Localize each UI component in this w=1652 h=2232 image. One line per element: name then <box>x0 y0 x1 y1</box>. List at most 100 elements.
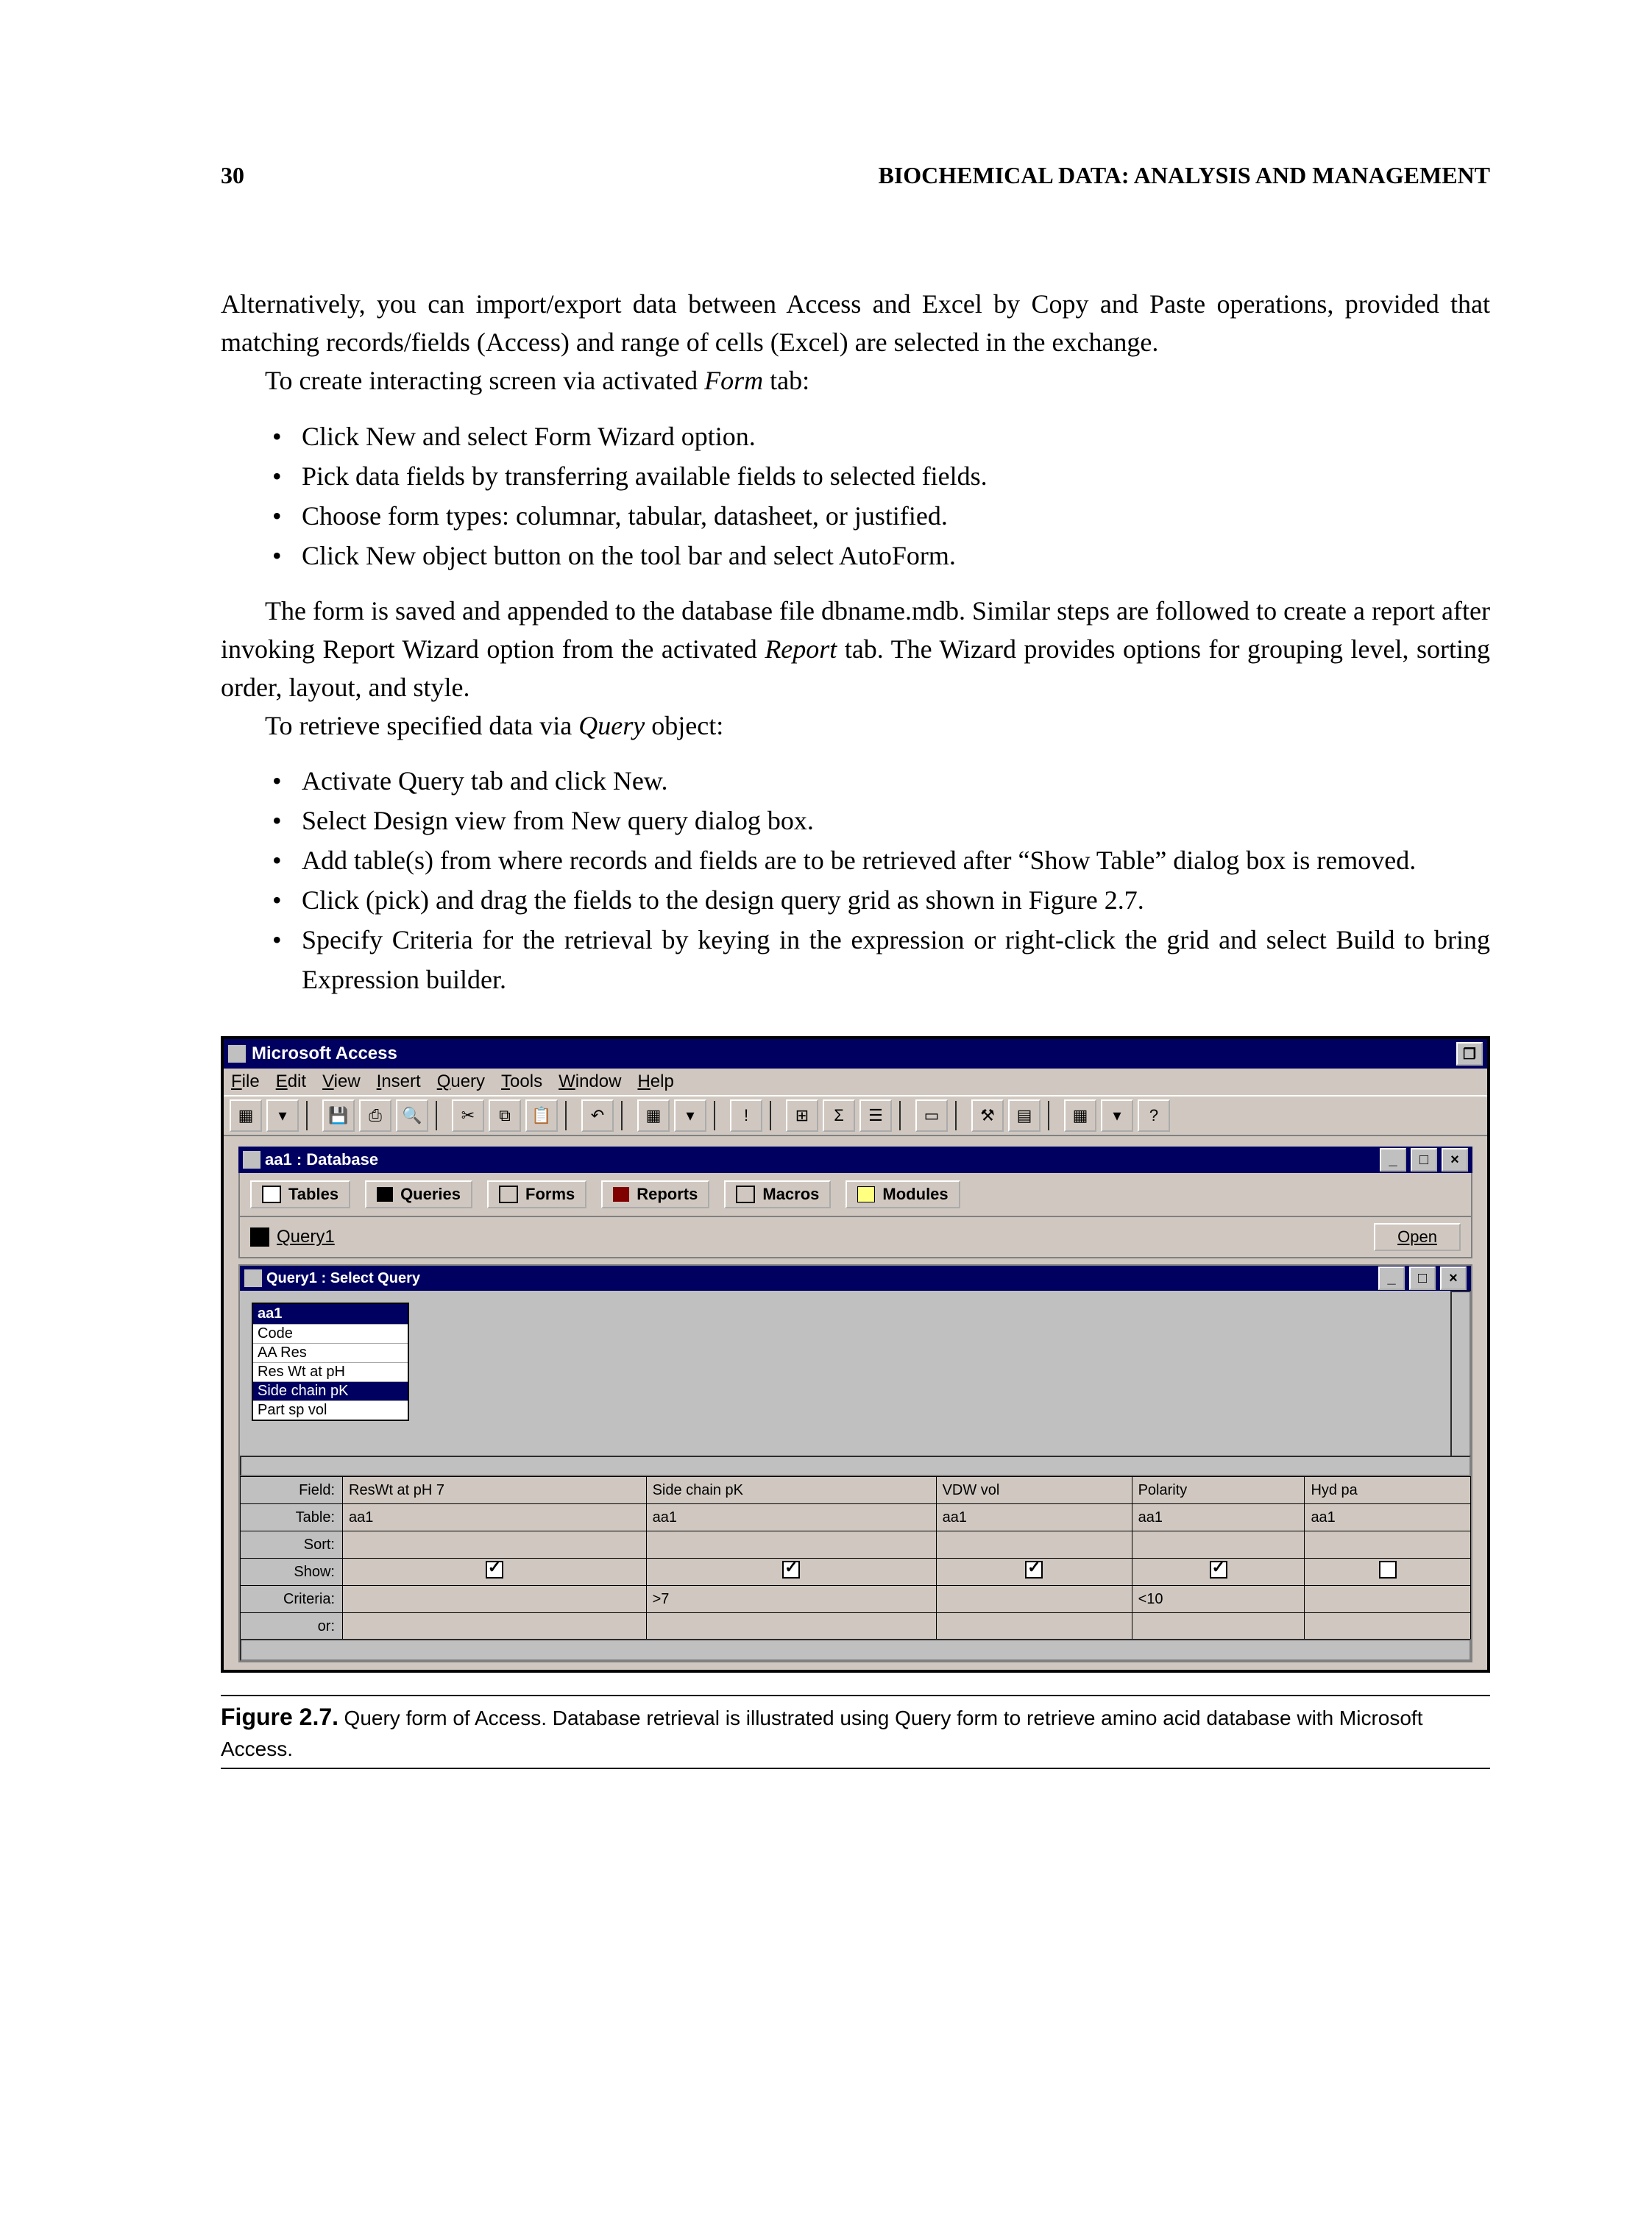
properties-button[interactable]: ☰ <box>859 1099 892 1132</box>
grid-cell[interactable]: Hyd pa <box>1305 1477 1471 1504</box>
dbwindow-button[interactable]: ▤ <box>1008 1099 1041 1132</box>
tab-macros[interactable]: Macros <box>724 1180 831 1208</box>
undo-button[interactable]: ↶ <box>581 1099 614 1132</box>
show-checkbox[interactable] <box>1379 1561 1397 1579</box>
open-button[interactable]: Open <box>1374 1223 1461 1251</box>
query-design-window: Query1 : Select Query _ □ × aa1 Code AA … <box>238 1264 1472 1662</box>
paragraph-1: Alternatively, you can import/export dat… <box>221 285 1490 361</box>
paste-button[interactable]: 📋 <box>525 1099 558 1132</box>
topvalues-button[interactable]: ▭ <box>915 1099 948 1132</box>
menu-window[interactable]: Window <box>559 1071 621 1092</box>
querytype-button[interactable]: ▦ <box>637 1099 670 1132</box>
save-button[interactable]: 💾 <box>322 1099 355 1132</box>
design-tables-pane[interactable]: aa1 Code AA Res Res Wt at pH Side chain … <box>240 1291 1471 1476</box>
grid-cell[interactable]: <10 <box>1132 1586 1305 1613</box>
grid-cell[interactable] <box>343 1613 647 1640</box>
design-max-button[interactable]: □ <box>1409 1266 1436 1290</box>
query-list-item[interactable]: Query1 <box>250 1227 335 1247</box>
grid-cell[interactable] <box>1132 1613 1305 1640</box>
db-min-button[interactable]: _ <box>1380 1148 1406 1172</box>
tab-tables[interactable]: Tables <box>250 1180 350 1208</box>
tab-modules[interactable]: Modules <box>846 1180 960 1208</box>
cut-button[interactable]: ✂ <box>452 1099 484 1132</box>
print-button[interactable]: ⎙ <box>359 1099 391 1132</box>
grid-cell[interactable]: aa1 <box>1132 1504 1305 1531</box>
grid-cell[interactable] <box>1305 1586 1471 1613</box>
menu-edit[interactable]: Edit <box>276 1071 306 1092</box>
db-close-button[interactable]: × <box>1442 1148 1468 1172</box>
help-button[interactable]: ? <box>1138 1099 1170 1132</box>
grid-cell[interactable]: aa1 <box>646 1504 936 1531</box>
grid-cell[interactable]: aa1 <box>1305 1504 1471 1531</box>
grid-cell[interactable] <box>1132 1559 1305 1586</box>
bullet-item: Pick data fields by transferring availab… <box>272 456 1490 496</box>
menu-file[interactable]: File <box>231 1071 260 1092</box>
tab-forms[interactable]: Forms <box>487 1180 586 1208</box>
menu-insert[interactable]: Insert <box>377 1071 421 1092</box>
table-field-list[interactable]: aa1 Code AA Res Res Wt at pH Side chain … <box>252 1303 409 1421</box>
show-checkbox[interactable] <box>1025 1561 1043 1579</box>
menu-help[interactable]: Help <box>637 1071 673 1092</box>
field-item[interactable]: AA Res <box>253 1343 408 1362</box>
run-button[interactable]: ! <box>730 1099 762 1132</box>
totals-button[interactable]: Σ <box>823 1099 855 1132</box>
grid-cell[interactable] <box>646 1559 936 1586</box>
copy-button[interactable]: ⧉ <box>489 1099 521 1132</box>
grid-cell[interactable]: Polarity <box>1132 1477 1305 1504</box>
p2b: tab: <box>763 366 809 395</box>
grid-cell[interactable]: aa1 <box>343 1504 647 1531</box>
grid-cell[interactable] <box>646 1613 936 1640</box>
dropdown3-icon[interactable]: ▾ <box>1101 1099 1133 1132</box>
grid-cell[interactable] <box>1305 1613 1471 1640</box>
showtable-button[interactable]: ⊞ <box>786 1099 818 1132</box>
forms-icon <box>499 1186 518 1203</box>
tab-reports[interactable]: Reports <box>601 1180 709 1208</box>
builder-button[interactable]: ⚒ <box>971 1099 1004 1132</box>
design-grid[interactable]: Field: ResWt at pH 7 Side chain pK VDW v… <box>240 1476 1471 1640</box>
show-checkbox[interactable] <box>782 1561 800 1579</box>
grid-cell[interactable] <box>1305 1559 1471 1586</box>
menu-view[interactable]: View <box>322 1071 361 1092</box>
grid-cell[interactable]: >7 <box>646 1586 936 1613</box>
grid-cell[interactable] <box>1305 1531 1471 1559</box>
field-item[interactable]: Part sp vol <box>253 1400 408 1420</box>
field-item[interactable]: Code <box>253 1324 408 1343</box>
p3-italic: Report <box>765 634 837 664</box>
tab-queries[interactable]: Queries <box>365 1180 472 1208</box>
newobject-button[interactable]: ▦ <box>1064 1099 1096 1132</box>
preview-button[interactable]: 🔍 <box>396 1099 428 1132</box>
field-item[interactable]: Res Wt at pH <box>253 1362 408 1381</box>
show-checkbox[interactable] <box>486 1561 503 1579</box>
grid-cell[interactable] <box>343 1559 647 1586</box>
bullet-item: Click New and select Form Wizard option. <box>272 417 1490 456</box>
grid-cell[interactable]: aa1 <box>936 1504 1132 1531</box>
menu-tools[interactable]: Tools <box>501 1071 542 1092</box>
grid-cell[interactable] <box>343 1586 647 1613</box>
db-max-button[interactable]: □ <box>1411 1148 1437 1172</box>
grid-cell[interactable]: ResWt at pH 7 <box>343 1477 647 1504</box>
grid-cell[interactable] <box>646 1531 936 1559</box>
grid-cell[interactable] <box>936 1531 1132 1559</box>
dropdown2-icon[interactable]: ▾ <box>674 1099 706 1132</box>
grid-hscroll[interactable] <box>240 1639 1471 1661</box>
grid-cell[interactable] <box>343 1531 647 1559</box>
tables-hscroll[interactable] <box>240 1456 1471 1476</box>
tab-reports-label: Reports <box>637 1185 698 1204</box>
view-button[interactable]: ▦ <box>230 1099 262 1132</box>
grid-cell[interactable] <box>936 1586 1132 1613</box>
dropdown-icon[interactable]: ▾ <box>266 1099 299 1132</box>
field-item-selected[interactable]: Side chain pK <box>253 1381 408 1400</box>
grid-cell[interactable]: Side chain pK <box>646 1477 936 1504</box>
design-min-button[interactable]: _ <box>1378 1266 1405 1290</box>
grid-cell[interactable] <box>936 1613 1132 1640</box>
show-checkbox[interactable] <box>1210 1561 1227 1579</box>
tables-vscroll[interactable] <box>1450 1291 1471 1459</box>
app-restore-button[interactable]: ❐ <box>1456 1042 1483 1066</box>
bullet-item: Click New object button on the tool bar … <box>272 536 1490 575</box>
design-close-button[interactable]: × <box>1440 1266 1467 1290</box>
grid-cell[interactable] <box>1132 1531 1305 1559</box>
tab-modules-label: Modules <box>882 1185 948 1204</box>
grid-cell[interactable] <box>936 1559 1132 1586</box>
menu-query[interactable]: Query <box>437 1071 485 1092</box>
grid-cell[interactable]: VDW vol <box>936 1477 1132 1504</box>
